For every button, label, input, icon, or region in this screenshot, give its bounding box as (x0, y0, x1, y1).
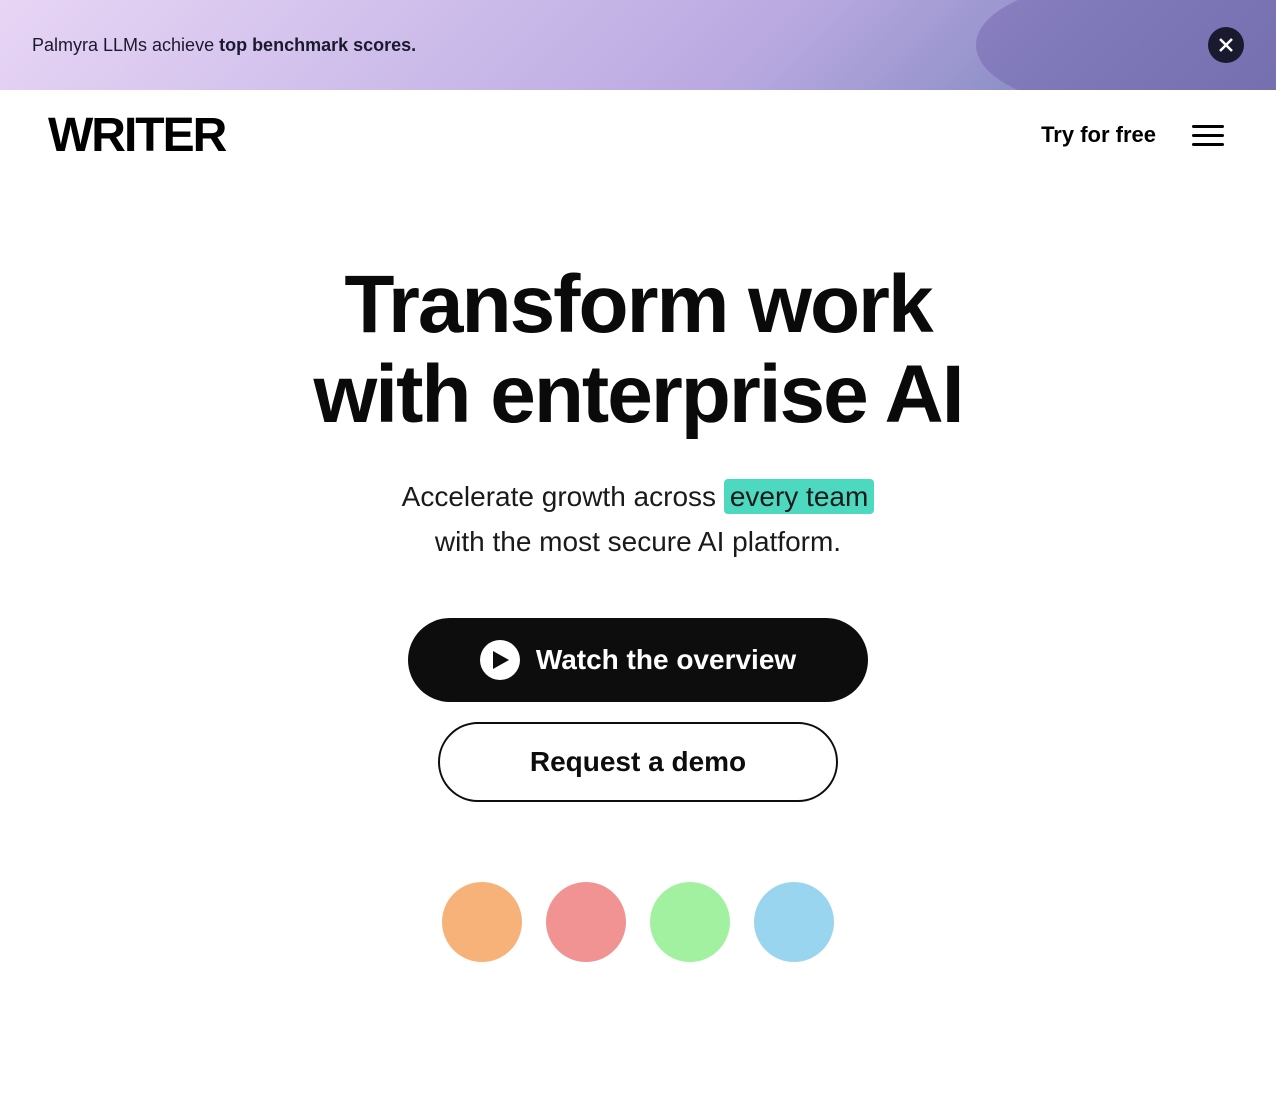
watch-overview-button[interactable]: Watch the overview (408, 618, 868, 702)
try-free-button[interactable]: Try for free (1041, 122, 1156, 148)
announcement-banner: Palmyra LLMs achieve top benchmark score… (0, 0, 1276, 90)
hero-title: Transform work with enterprise AI (314, 260, 963, 440)
logo[interactable]: WRITER (48, 108, 225, 163)
request-demo-button[interactable]: Request a demo (438, 722, 838, 802)
close-icon (1218, 37, 1234, 53)
menu-button[interactable] (1188, 121, 1228, 150)
bottom-circle-decorations (442, 862, 834, 962)
hamburger-line-1 (1192, 125, 1224, 128)
hero-section: Transform work with enterprise AI Accele… (0, 180, 1276, 1022)
play-icon (480, 640, 520, 680)
nav-right: Try for free (1041, 121, 1228, 150)
circle-decoration (546, 882, 626, 962)
hero-subtitle-line1: Accelerate growth across every team (402, 476, 875, 518)
circle-decoration (442, 882, 522, 962)
banner-close-button[interactable] (1208, 27, 1244, 63)
circle-decoration (650, 882, 730, 962)
cta-buttons: Watch the overview Request a demo (408, 618, 868, 802)
hero-subtitle-line2: with the most secure AI platform. (435, 526, 841, 558)
play-triangle (493, 651, 509, 669)
hamburger-line-3 (1192, 143, 1224, 146)
circle-decoration (754, 882, 834, 962)
navbar: WRITER Try for free (0, 90, 1276, 180)
hamburger-line-2 (1192, 134, 1224, 137)
hero-subtitle-highlight: every team (724, 479, 875, 514)
banner-text: Palmyra LLMs achieve top benchmark score… (32, 35, 416, 56)
